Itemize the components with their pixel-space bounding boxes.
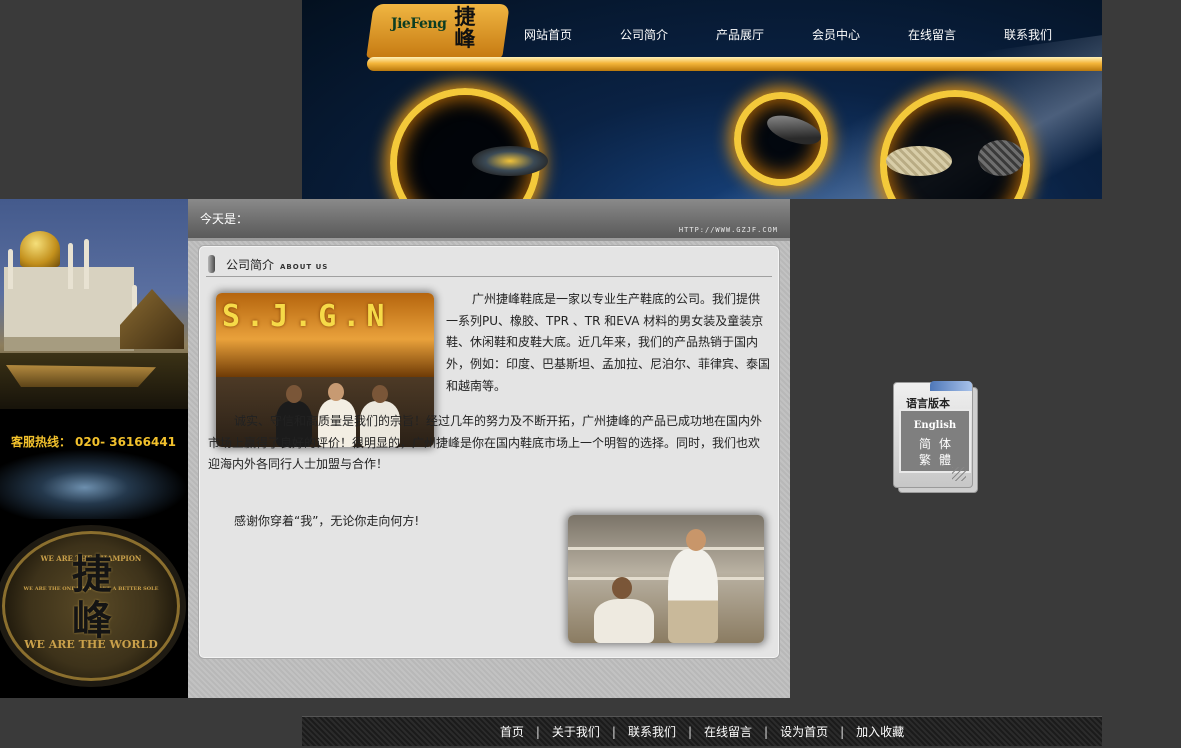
about-paragraph-2: 诚实、守信和高质量是我们的宗旨！经过几年的努力及不断开拓，广州捷峰的产品已成功地… <box>208 414 763 472</box>
panel-header: 公司简介 ABOUT US <box>206 253 772 277</box>
nav-products[interactable]: 产品展厅 <box>716 26 812 43</box>
site-url: HTTP://WWW.GZJF.COM <box>678 226 778 234</box>
minaret <box>68 243 73 289</box>
footer-link-set-homepage[interactable]: 设为首页 <box>780 725 828 739</box>
footer-link-contact[interactable]: 联系我们 <box>628 725 676 739</box>
person-head <box>372 385 388 403</box>
footer-separator: | <box>611 725 616 739</box>
language-card-tab <box>930 381 972 391</box>
panel-header-marker-icon <box>208 255 215 273</box>
footer-link-about[interactable]: 关于我们 <box>552 725 600 739</box>
footer-link-home[interactable]: 首页 <box>500 725 524 739</box>
person-head <box>328 383 344 401</box>
footer-nav: 首页 | 关于我们 | 联系我们 | 在线留言 | 设为首页 | 加入收藏 <box>302 723 1102 740</box>
person-head <box>612 577 632 599</box>
language-switcher: 语言版本 English 简体 繁體 <box>893 381 979 494</box>
footer-separator: | <box>840 725 845 739</box>
footer-link-messages[interactable]: 在线留言 <box>704 725 752 739</box>
person-head <box>686 529 706 551</box>
emblem-cjk-text: 捷峰 <box>72 551 112 644</box>
nav-messages[interactable]: 在线留言 <box>908 26 1004 43</box>
main-nav: 网站首页 公司简介 产品展厅 会员中心 在线留言 联系我们 <box>524 26 1064 43</box>
left-sidebar: 客服热线： 020- 36166441 WE ARE THE CHAMPION W… <box>0 199 188 698</box>
person-head <box>286 385 302 403</box>
minaret <box>84 239 89 289</box>
hotline: 客服热线： 020- 36166441 <box>11 433 176 450</box>
minaret <box>8 249 13 289</box>
language-simplified-link[interactable]: 简体 <box>901 435 969 452</box>
photo-sign-text: S.J.G.N <box>222 299 391 334</box>
footer-separator: | <box>764 725 769 739</box>
site-logo[interactable]: JieFeng 捷峰 <box>366 4 510 58</box>
date-bar: 今天是： HTTP://WWW.GZJF.COM <box>188 199 790 241</box>
about-paragraph-1: 广州捷峰鞋底是一家以专业生产鞋底的公司。我们提供一系列PU、橡胶、TPR 、TR… <box>446 292 771 393</box>
main-content: 今天是： HTTP://WWW.GZJF.COM 公司简介 ABOUT US S… <box>188 199 790 698</box>
photo-shelf <box>568 547 764 550</box>
minaret <box>132 285 137 309</box>
car-photo <box>0 449 188 519</box>
photo-sign-board: S.J.G.N <box>216 293 434 377</box>
shoe-sole-dark-image <box>978 140 1024 176</box>
header-gold-bar <box>367 57 1102 71</box>
footer-link-bookmark[interactable]: 加入收藏 <box>856 725 904 739</box>
mosque-photo <box>0 199 188 409</box>
header-banner: JieFeng 捷峰 网站首页 公司简介 产品展厅 会员中心 在线留言 联系我们 <box>302 0 1102 199</box>
footer: 首页 | 关于我们 | 联系我们 | 在线留言 | 设为首页 | 加入收藏 <box>302 716 1102 746</box>
footer-separator: | <box>535 725 540 739</box>
page-curl-icon <box>952 467 966 481</box>
about-panel: 公司简介 ABOUT US S.J.G.N 广州捷峰鞋底是一家以专业生产鞋底的公… <box>199 246 779 658</box>
hotline-number: 020- 36166441 <box>75 435 177 449</box>
shoe-sole-image <box>472 146 548 176</box>
nav-contact[interactable]: 联系我们 <box>1004 26 1064 43</box>
logo-cjk-text: 捷峰 <box>454 4 476 51</box>
photo-shelf <box>568 577 764 580</box>
nav-home[interactable]: 网站首页 <box>524 26 620 43</box>
banner-ring-left <box>390 88 540 199</box>
nav-about[interactable]: 公司简介 <box>620 26 716 43</box>
mosque-dome <box>20 231 60 267</box>
language-card: 语言版本 English 简体 繁體 <box>893 381 973 488</box>
hotline-label: 客服热线： <box>11 435 72 449</box>
panel-title: 公司简介 <box>226 258 275 272</box>
date-label: 今天是： <box>200 212 249 226</box>
person-seated <box>594 599 654 643</box>
logo-latin-text: JieFeng <box>390 16 447 32</box>
language-traditional-link[interactable]: 繁體 <box>901 451 969 468</box>
royal-barge <box>6 365 156 387</box>
shoe-sole-cream-image <box>886 146 952 176</box>
language-options: English 简体 繁體 <box>899 409 971 473</box>
person-standing <box>668 549 718 643</box>
footer-separator: | <box>687 725 693 739</box>
emblem-ring-bottom-text: WE ARE THE WORLD <box>24 638 158 651</box>
panel-subtitle: ABOUT US <box>280 263 329 271</box>
champion-emblem: WE ARE THE CHAMPION WE ARE THE ONE WHO M… <box>2 531 180 681</box>
showroom-photo <box>568 515 764 643</box>
language-english-link[interactable]: English <box>901 420 969 431</box>
about-paragraph-3: 感谢你穿着“我”，无论你走向何方! <box>234 514 420 528</box>
nav-members[interactable]: 会员中心 <box>812 26 908 43</box>
